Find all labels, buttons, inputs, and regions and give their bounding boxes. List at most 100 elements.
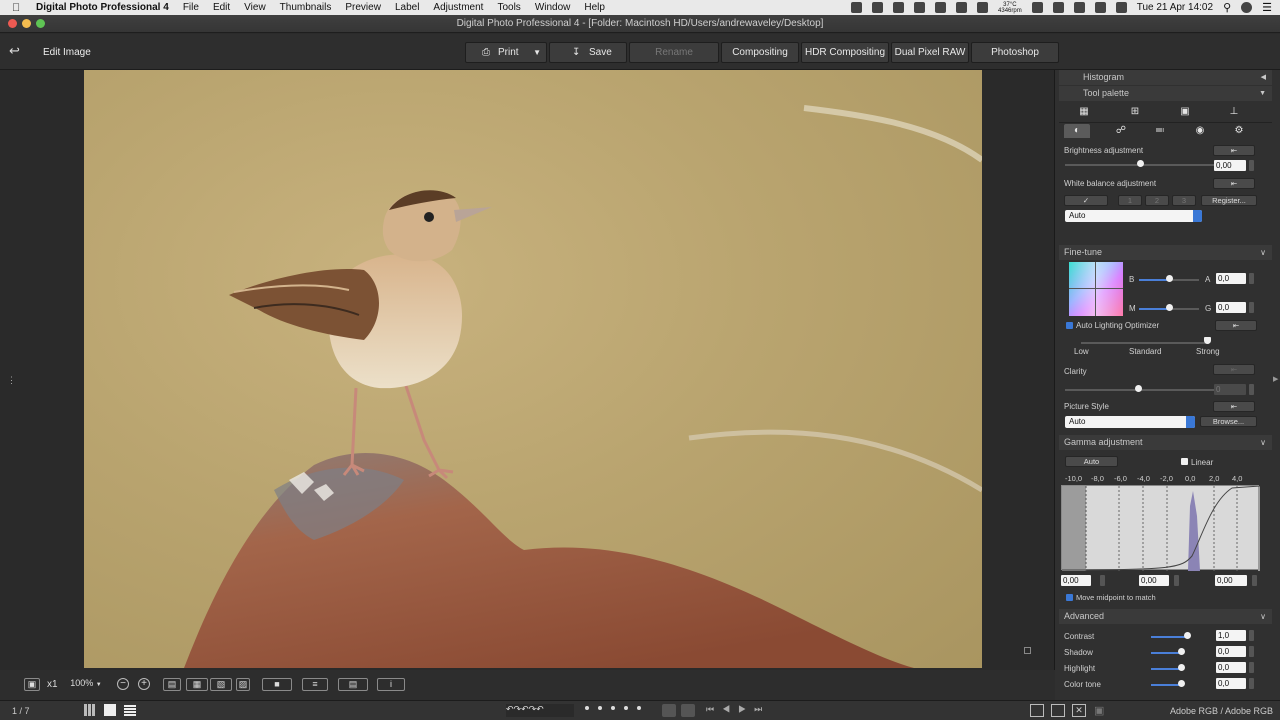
- apple-menu-icon[interactable]: : [12, 2, 26, 14]
- background-color-icon[interactable]: ■: [262, 678, 292, 691]
- app-menu[interactable]: Digital Photo Professional 4: [36, 2, 169, 13]
- gamma-mid-stepper[interactable]: [1174, 575, 1179, 586]
- print-button[interactable]: ⎙ Print ▼: [465, 42, 547, 63]
- chevron-down-icon[interactable]: ∨: [1260, 245, 1266, 260]
- fine-tune-header[interactable]: Fine-tune ∨: [1059, 245, 1272, 260]
- m-track[interactable]: [1139, 308, 1169, 310]
- chevron-down-icon[interactable]: ∨: [1260, 435, 1266, 450]
- wb-preset-1[interactable]: 1: [1118, 195, 1142, 206]
- navigation-arrows[interactable]: ⏮◀▶⏭: [706, 704, 770, 715]
- right-panel-toggle-icon[interactable]: ▶: [1273, 375, 1278, 383]
- gamma-mid-value[interactable]: 0,00: [1139, 575, 1169, 586]
- gamma-min-stepper[interactable]: [1100, 575, 1105, 586]
- alo-reset-icon[interactable]: ⇤: [1215, 320, 1257, 331]
- compare-view-icon[interactable]: ▦: [186, 678, 208, 691]
- eyedropper-icon[interactable]: ✓: [1064, 195, 1108, 206]
- collapse-left-icon[interactable]: ◀: [1261, 70, 1266, 85]
- clarity-stepper[interactable]: [1249, 384, 1254, 395]
- shadow-track[interactable]: [1151, 652, 1181, 654]
- bluetooth-icon[interactable]: [1052, 2, 1064, 13]
- battery-icon[interactable]: [1094, 2, 1106, 13]
- linear-checkbox[interactable]: [1181, 458, 1188, 465]
- rotate-buttons[interactable]: ↶↷↶↷↶: [506, 704, 574, 717]
- histogram-header[interactable]: Histogram ◀: [1059, 70, 1272, 85]
- cloud-icon[interactable]: [893, 2, 905, 13]
- picture-style-select[interactable]: Auto: [1065, 416, 1195, 428]
- gamma-histogram[interactable]: [1061, 485, 1261, 571]
- gamma-auto-button[interactable]: Auto: [1065, 456, 1118, 467]
- g-value[interactable]: 0,0: [1216, 302, 1246, 313]
- time-machine-icon[interactable]: [1031, 2, 1043, 13]
- highlight-stepper[interactable]: [1249, 662, 1254, 673]
- contrast-slider[interactable]: [1184, 632, 1191, 639]
- print-dropdown-icon[interactable]: ▼: [533, 43, 541, 62]
- close-preview-icon[interactable]: ✕: [1072, 704, 1086, 717]
- shadow-slider[interactable]: [1178, 648, 1185, 655]
- wb-preset-3[interactable]: 3: [1172, 195, 1196, 206]
- a-value[interactable]: 0,0: [1216, 273, 1246, 284]
- zoom-select[interactable]: 100% ▼: [66, 678, 106, 691]
- menu-thumbnails[interactable]: Thumbnails: [280, 2, 332, 13]
- rating-stars[interactable]: [585, 706, 655, 716]
- creative-cloud-icon[interactable]: [914, 2, 926, 13]
- brightness-stepper[interactable]: [1249, 160, 1254, 171]
- contrast-stepper[interactable]: [1249, 630, 1254, 641]
- edited-photo[interactable]: [84, 70, 982, 668]
- output-tab-icon[interactable]: ⊥: [1225, 105, 1243, 119]
- single-view-icon[interactable]: [104, 704, 116, 716]
- save-button[interactable]: ↧ Save: [549, 42, 627, 63]
- highlight-warning-icon[interactable]: ▤: [338, 678, 368, 691]
- rating-dot[interactable]: [611, 706, 615, 710]
- gamma-max-stepper[interactable]: [1252, 575, 1257, 586]
- brightness-slider[interactable]: [1137, 160, 1144, 167]
- tone-curve-tab-icon[interactable]: ☍: [1112, 124, 1130, 138]
- compare-icon[interactable]: [1051, 704, 1065, 717]
- zoom-window-button[interactable]: [36, 19, 45, 28]
- fit-to-screen-icon[interactable]: ▣: [24, 678, 40, 691]
- contrast-track[interactable]: [1151, 636, 1187, 638]
- temp-readout[interactable]: 37°C 4346rpm: [998, 2, 1022, 14]
- filmstrip-icon[interactable]: [124, 704, 136, 716]
- move-midpoint-checkbox[interactable]: [1066, 594, 1073, 601]
- photoshop-button[interactable]: Photoshop: [971, 42, 1059, 63]
- menu-adjustment[interactable]: Adjustment: [433, 2, 483, 13]
- color-tab-icon[interactable]: ◉: [1191, 124, 1209, 138]
- color-tone-stepper[interactable]: [1249, 678, 1254, 689]
- menu-window[interactable]: Window: [535, 2, 571, 13]
- grid-lines-icon[interactable]: ≡: [302, 678, 328, 691]
- user-avatar-icon[interactable]: [1241, 2, 1253, 13]
- collapse-down-icon[interactable]: ▼: [1259, 86, 1266, 101]
- highlight-slider[interactable]: [1178, 664, 1185, 671]
- compositing-button[interactable]: Compositing: [721, 42, 799, 63]
- settings-tab-icon[interactable]: ⚙: [1230, 124, 1248, 138]
- wb-preset-2[interactable]: 2: [1145, 195, 1169, 206]
- hdr-compositing-button[interactable]: HDR Compositing: [801, 42, 889, 63]
- left-panel-toggle-icon[interactable]: ⋮: [7, 375, 16, 389]
- image-tab-icon[interactable]: ▣: [1176, 105, 1194, 119]
- grid-view-icon[interactable]: ▧: [210, 678, 232, 691]
- crop-tab-icon[interactable]: ⊞: [1126, 105, 1144, 119]
- brightness-tab-icon[interactable]: ◐: [1064, 124, 1090, 138]
- info-icon[interactable]: i: [377, 678, 405, 691]
- input-flag-icon[interactable]: [1115, 2, 1127, 13]
- evernote-icon[interactable]: [956, 2, 968, 13]
- expand-view-icon[interactable]: [1024, 647, 1031, 654]
- wifi-icon[interactable]: [1073, 2, 1085, 13]
- gamma-max-value[interactable]: 0,00: [1215, 575, 1247, 586]
- minimize-window-button[interactable]: [22, 19, 31, 28]
- alo-track[interactable]: [1081, 342, 1209, 344]
- label-icon[interactable]: [681, 704, 695, 717]
- battery-monitor-icon[interactable]: [977, 2, 989, 13]
- dropbox-icon[interactable]: [872, 2, 884, 13]
- white-balance-select[interactable]: Auto: [1065, 210, 1202, 222]
- dual-pixel-raw-button[interactable]: Dual Pixel RAW: [891, 42, 969, 63]
- color-tone-track[interactable]: [1151, 684, 1181, 686]
- gamma-min-value[interactable]: 0,00: [1061, 575, 1091, 586]
- m-slider[interactable]: [1166, 304, 1173, 311]
- basic-adjust-tab-icon[interactable]: ▦: [1075, 105, 1093, 119]
- highlight-value[interactable]: 0,0: [1216, 662, 1246, 673]
- tool-palette-header[interactable]: Tool palette ▼: [1059, 86, 1272, 101]
- zoom-out-icon[interactable]: −: [117, 678, 129, 690]
- thumbnail-grid-icon[interactable]: [84, 704, 96, 716]
- menu-view[interactable]: View: [244, 2, 266, 13]
